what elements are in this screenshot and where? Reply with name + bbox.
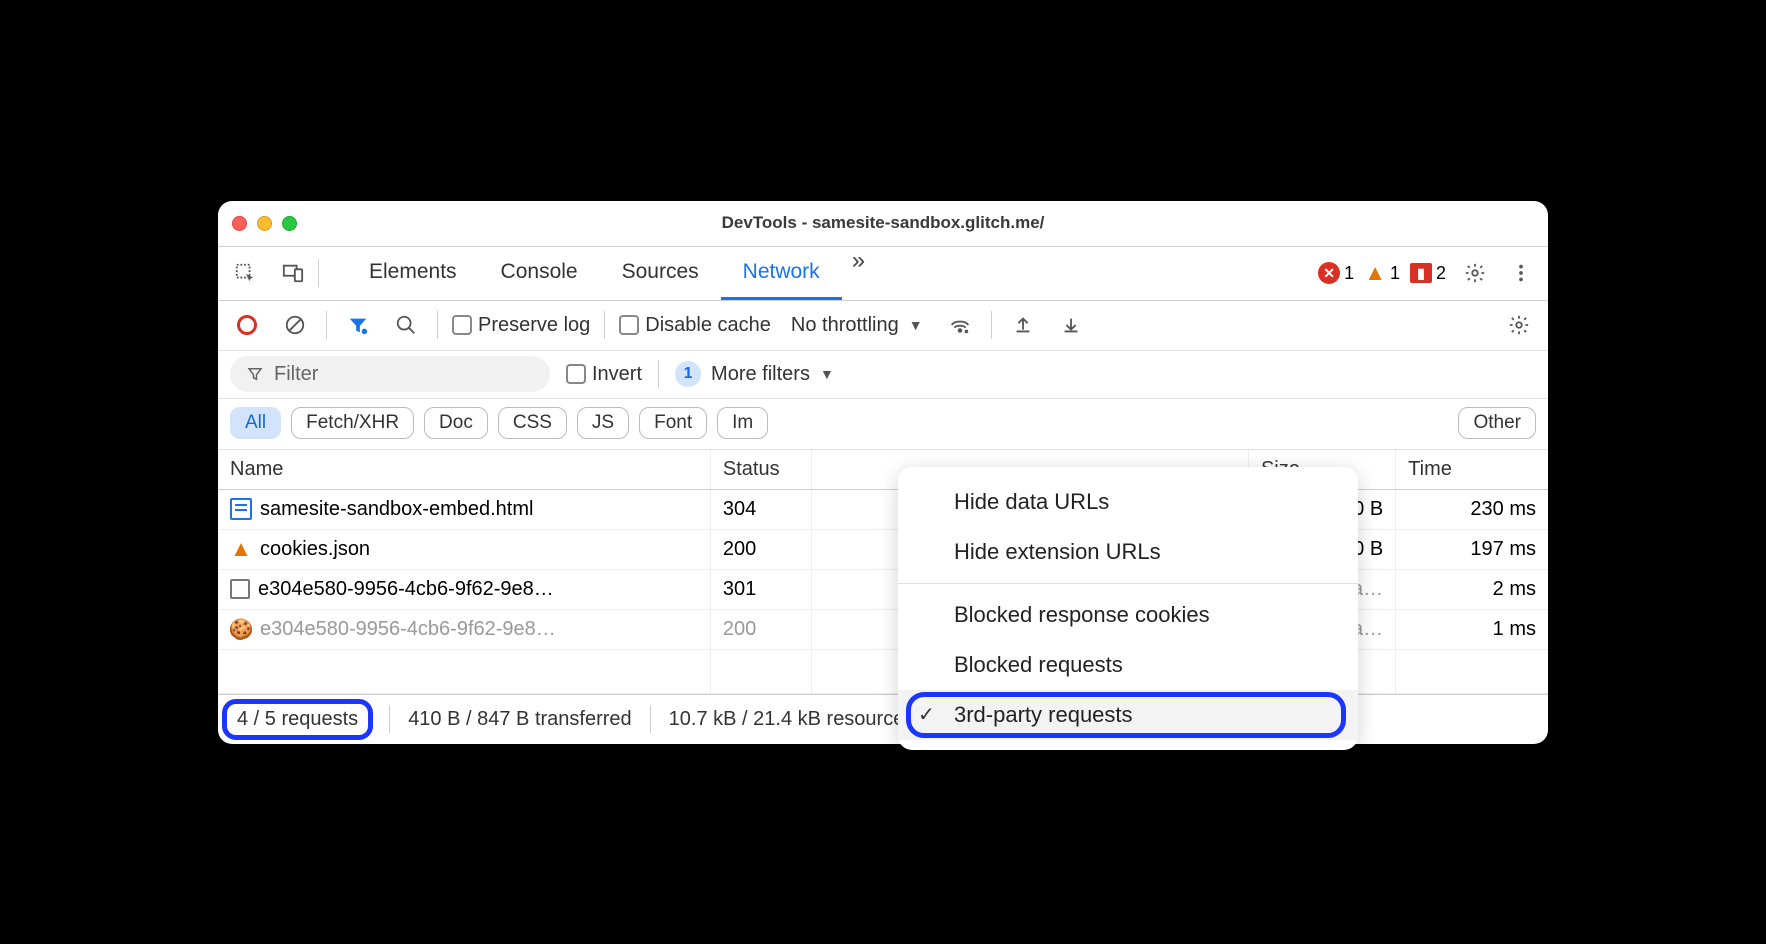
network-settings-icon[interactable] — [1502, 308, 1536, 342]
generic-file-icon — [230, 579, 250, 599]
invert-checkbox[interactable]: Invert — [566, 363, 642, 386]
request-status: 200 — [710, 529, 812, 569]
error-count: 1 — [1344, 263, 1354, 284]
filter-placeholder: Filter — [274, 363, 318, 386]
transferred-summary: 410 B / 847 B transferred — [408, 708, 631, 731]
inspect-element-icon[interactable] — [228, 256, 262, 290]
clear-button[interactable] — [278, 308, 312, 342]
issues-badge-icon: ▮ — [1410, 263, 1432, 283]
invert-label: Invert — [592, 363, 642, 386]
titlebar: DevTools - samesite-sandbox.glitch.me/ — [218, 201, 1548, 247]
upload-har-icon[interactable] — [1006, 308, 1040, 342]
funnel-icon — [246, 365, 264, 383]
warning-badge-icon: ▲ — [1364, 260, 1386, 286]
resources-summary: 10.7 kB / 21.4 kB resources — [669, 708, 915, 731]
request-status: 200 — [710, 609, 812, 649]
chip-img[interactable]: Im — [717, 407, 768, 439]
settings-icon[interactable] — [1458, 256, 1492, 290]
more-tabs-button[interactable]: » — [842, 247, 875, 300]
throttling-select[interactable]: No throttling ▼ — [785, 314, 929, 337]
request-status: 304 — [710, 489, 812, 529]
network-conditions-icon[interactable] — [943, 308, 977, 342]
menu-item-hide-extension-urls[interactable]: Hide extension URLs — [898, 527, 1358, 577]
warning-count: 1 — [1390, 263, 1400, 284]
error-badge-icon: ✕ — [1318, 262, 1340, 284]
request-time: 197 ms — [1396, 529, 1548, 569]
console-status-badges[interactable]: ✕ 1 ▲ 1 ▮ 2 — [1318, 260, 1446, 286]
request-time: 1 ms — [1396, 609, 1548, 649]
checkbox-icon — [619, 315, 639, 335]
request-name: e304e580-9956-4cb6-9f62-9e8… — [258, 578, 554, 601]
tab-console[interactable]: Console — [479, 247, 600, 300]
tab-sources[interactable]: Sources — [600, 247, 721, 300]
requests-summary: 4 / 5 requests — [222, 699, 373, 740]
document-icon — [230, 498, 252, 520]
request-name: samesite-sandbox-embed.html — [260, 498, 533, 521]
window-title: DevTools - samesite-sandbox.glitch.me/ — [218, 213, 1548, 233]
menu-item-3rd-party-requests[interactable]: ✓ 3rd-party requests — [898, 690, 1358, 740]
kebab-menu-icon[interactable] — [1504, 256, 1538, 290]
request-name: e304e580-9956-4cb6-9f62-9e8… — [260, 618, 556, 641]
network-toolbar: Preserve log Disable cache No throttling… — [218, 301, 1548, 351]
request-time: 230 ms — [1396, 489, 1548, 529]
record-button[interactable] — [230, 308, 264, 342]
more-filters-dropdown[interactable]: 1 More filters ▼ — [675, 361, 834, 387]
download-har-icon[interactable] — [1054, 308, 1088, 342]
panel-tabstrip: Elements Console Sources Network » ✕ 1 ▲… — [218, 247, 1548, 301]
checkbox-icon — [452, 315, 472, 335]
menu-item-blocked-requests[interactable]: Blocked requests — [898, 640, 1358, 690]
request-status: 301 — [710, 569, 812, 609]
check-icon: ✓ — [918, 702, 935, 727]
chevron-down-icon: ▼ — [820, 366, 834, 382]
filter-bar: Filter Invert 1 More filters ▼ — [218, 351, 1548, 399]
warning-icon: ▲ — [230, 538, 252, 560]
filter-toggle-icon[interactable] — [341, 308, 375, 342]
filter-input[interactable]: Filter — [230, 356, 550, 392]
chip-css[interactable]: CSS — [498, 407, 567, 439]
chevron-down-icon: ▼ — [909, 317, 923, 333]
more-filters-menu: Hide data URLs Hide extension URLs Block… — [898, 467, 1358, 750]
panel-tabs: Elements Console Sources Network » — [347, 247, 875, 300]
throttling-value: No throttling — [791, 314, 899, 337]
column-time[interactable]: Time — [1396, 450, 1548, 490]
maximize-window-button[interactable] — [282, 216, 297, 231]
chip-all[interactable]: All — [230, 407, 281, 439]
device-toggle-icon[interactable] — [276, 256, 310, 290]
search-icon[interactable] — [389, 308, 423, 342]
minimize-window-button[interactable] — [257, 216, 272, 231]
column-name[interactable]: Name — [218, 450, 710, 490]
chip-fetch-xhr[interactable]: Fetch/XHR — [291, 407, 414, 439]
preserve-log-checkbox[interactable]: Preserve log — [452, 314, 590, 337]
close-window-button[interactable] — [232, 216, 247, 231]
disable-cache-label: Disable cache — [645, 314, 771, 337]
chip-other[interactable]: Other — [1458, 407, 1536, 439]
traffic-lights — [232, 216, 297, 231]
request-time: 2 ms — [1396, 569, 1548, 609]
chip-js[interactable]: JS — [577, 407, 629, 439]
cookie-icon: 🍪 — [230, 618, 252, 640]
checkbox-icon — [566, 364, 586, 384]
devtools-window: DevTools - samesite-sandbox.glitch.me/ E… — [218, 201, 1548, 744]
issues-count: 2 — [1436, 263, 1446, 284]
tab-network[interactable]: Network — [721, 247, 842, 300]
tab-elements[interactable]: Elements — [347, 247, 479, 300]
menu-item-blocked-response-cookies[interactable]: Blocked response cookies — [898, 590, 1358, 640]
chip-doc[interactable]: Doc — [424, 407, 488, 439]
preserve-log-label: Preserve log — [478, 314, 590, 337]
column-status[interactable]: Status — [710, 450, 812, 490]
disable-cache-checkbox[interactable]: Disable cache — [619, 314, 771, 337]
menu-item-hide-data-urls[interactable]: Hide data URLs — [898, 477, 1358, 527]
more-filters-label: More filters — [711, 363, 810, 386]
resource-type-chips: All Fetch/XHR Doc CSS JS Font Im Other — [218, 399, 1548, 450]
request-name: cookies.json — [260, 538, 370, 561]
more-filters-count: 1 — [675, 361, 701, 387]
chip-font[interactable]: Font — [639, 407, 707, 439]
